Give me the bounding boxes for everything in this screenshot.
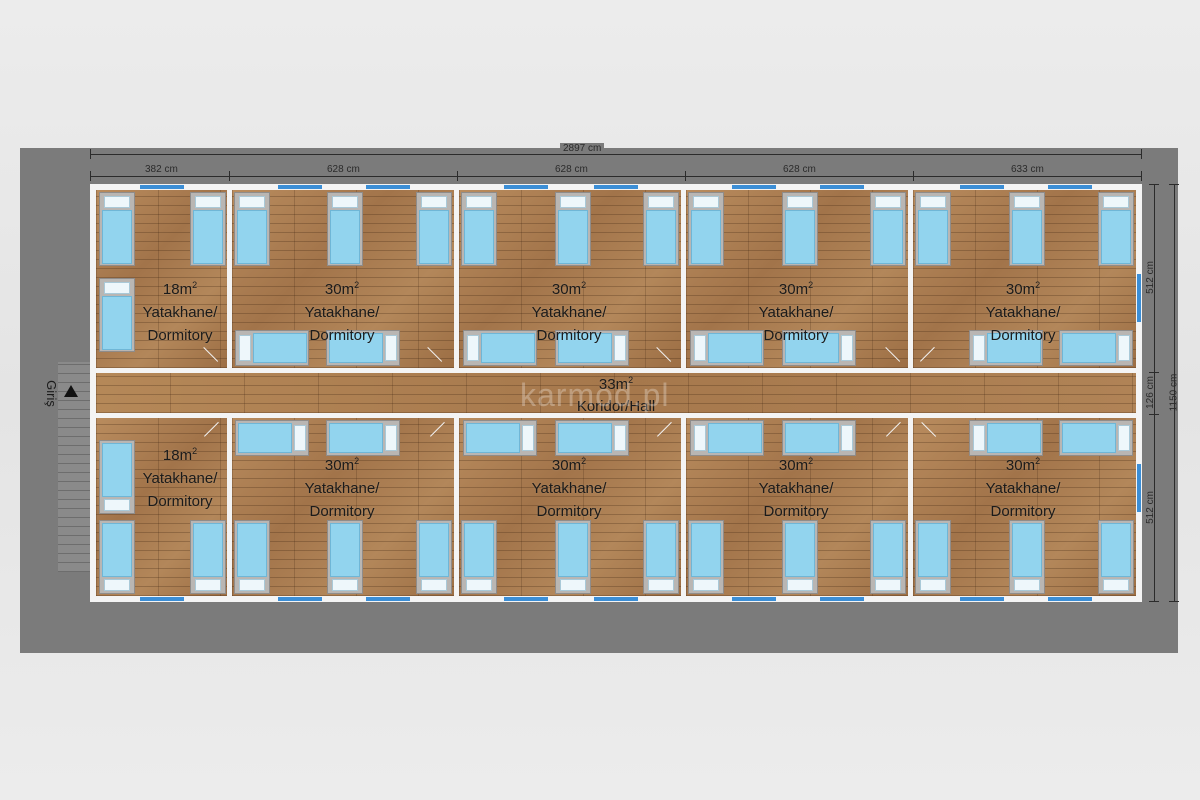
bed <box>99 520 135 594</box>
room-label: 18m2 Yatakhane/ Dormitory <box>142 446 218 510</box>
bed <box>99 192 135 266</box>
bed <box>688 520 724 594</box>
bed <box>643 192 679 266</box>
window <box>1137 464 1141 512</box>
window <box>1137 274 1141 322</box>
dimension-segment-5: 633 cm <box>1008 164 1047 175</box>
room-top-4: 30m2 Yatakhane/ Dormitory <box>686 190 908 368</box>
room-label: 30m2 Yatakhane/ Dormitory <box>758 280 834 344</box>
bed <box>915 520 951 594</box>
bed <box>555 192 591 266</box>
window <box>140 597 184 601</box>
room-label: 30m2 Yatakhane/ Dormitory <box>758 456 834 520</box>
bed <box>416 192 452 266</box>
bed <box>99 278 135 352</box>
dimension-segment-1: 382 cm <box>142 164 181 175</box>
room-top-2: 30m2 Yatakhane/ Dormitory <box>232 190 454 368</box>
room-bottom-3: 30m2 Yatakhane/ Dormitory <box>459 418 681 596</box>
bed <box>688 192 724 266</box>
bed <box>327 192 363 266</box>
room-label: 30m2 Yatakhane/ Dormitory <box>985 456 1061 520</box>
window <box>594 597 638 601</box>
bed <box>1098 520 1134 594</box>
dimension-bottom-depth: 512 cm <box>1144 491 1156 524</box>
bed <box>416 520 452 594</box>
room-label: 30m2 Yatakhane/ Dormitory <box>985 280 1061 344</box>
window <box>960 185 1004 189</box>
window <box>820 597 864 601</box>
window <box>504 185 548 189</box>
bed <box>643 520 679 594</box>
bed <box>461 192 497 266</box>
dimension-top-depth: 512 cm <box>1144 261 1156 294</box>
bed <box>870 520 906 594</box>
dimension-segment-3: 628 cm <box>552 164 591 175</box>
bed <box>915 192 951 266</box>
dimension-segment-4: 628 cm <box>780 164 819 175</box>
bed <box>555 520 591 594</box>
bed <box>190 192 226 266</box>
room-top-3: 30m2 Yatakhane/ Dormitory <box>459 190 681 368</box>
window <box>1048 185 1092 189</box>
room-bottom-5: 30m2 Yatakhane/ Dormitory <box>913 418 1136 596</box>
room-bottom-1: 18m2 Yatakhane/ Dormitory <box>96 418 227 596</box>
window <box>366 597 410 601</box>
room-top-5: 30m2 Yatakhane/ Dormitory <box>913 190 1136 368</box>
room-label: 18m2 Yatakhane/ Dormitory <box>142 280 218 344</box>
dimension-segment-2: 628 cm <box>324 164 363 175</box>
bed <box>190 520 226 594</box>
bed <box>1009 192 1045 266</box>
window <box>1048 597 1092 601</box>
room-label: 30m2 Yatakhane/ Dormitory <box>531 280 607 344</box>
room-label: 30m2 Yatakhane/ Dormitory <box>304 456 380 520</box>
dimension-total-width: 2897 cm <box>560 143 605 154</box>
bed <box>461 520 497 594</box>
watermark: karmod.pl <box>520 377 670 413</box>
bed <box>1009 520 1045 594</box>
window <box>366 185 410 189</box>
room-label: 30m2 Yatakhane/ Dormitory <box>304 280 380 344</box>
bed <box>99 440 135 514</box>
window <box>504 597 548 601</box>
room-label: 30m2 Yatakhane/ Dormitory <box>531 456 607 520</box>
window <box>278 597 322 601</box>
entrance-label: Giriş <box>43 380 59 407</box>
window <box>732 597 776 601</box>
room-bottom-2: 30m2 Yatakhane/ Dormitory <box>232 418 454 596</box>
dimension-total-depth: 1150 cm <box>1168 373 1180 412</box>
bed <box>1098 192 1134 266</box>
window <box>594 185 638 189</box>
window <box>820 185 864 189</box>
bed <box>782 520 818 594</box>
room-bottom-4: 30m2 Yatakhane/ Dormitory <box>686 418 908 596</box>
entrance-arrow-icon <box>64 385 78 397</box>
dimension-corridor-depth: 126 cm <box>1144 376 1156 409</box>
bed <box>870 192 906 266</box>
window <box>278 185 322 189</box>
window <box>732 185 776 189</box>
bed <box>234 520 270 594</box>
bed <box>782 192 818 266</box>
bed <box>327 520 363 594</box>
window <box>140 185 184 189</box>
bed <box>234 192 270 266</box>
window <box>960 597 1004 601</box>
room-top-1: 18m2 Yatakhane/ Dormitory <box>96 190 227 368</box>
